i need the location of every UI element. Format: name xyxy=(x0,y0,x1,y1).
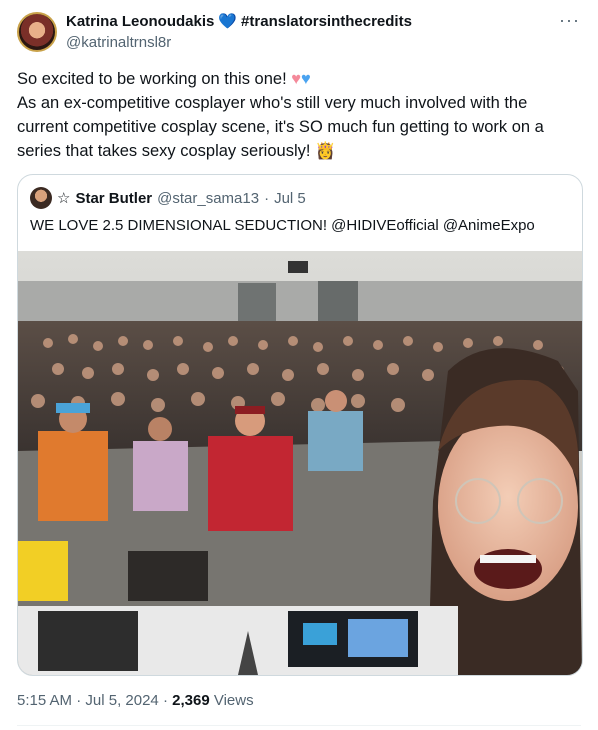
author-hashtag: #translatorsinthecredits xyxy=(241,13,412,30)
separator-dot: · xyxy=(162,692,168,709)
author-name-row: Katrina Leonoudakis 💙 #translatorsinthec… xyxy=(66,13,412,30)
tweet-line-2: As an ex-competitive cosplayer who's sti… xyxy=(17,94,544,160)
tweet-footer: 5:15 AM · Jul 5, 2024 · 2,369 Views xyxy=(17,692,254,709)
quoted-author-avatar xyxy=(30,187,52,209)
divider xyxy=(17,725,581,726)
author-avatar[interactable] xyxy=(17,12,57,52)
views-label: Views xyxy=(213,692,254,709)
tweet-date[interactable]: Jul 5, 2024 xyxy=(85,692,158,709)
quoted-tweet-header: ☆ Star Butler @star_sama13 · Jul 5 xyxy=(30,187,306,209)
views-count: 2,369 xyxy=(172,692,210,709)
blue-heart-icon: 💙 xyxy=(218,13,238,30)
quoted-author-handle: @star_sama13 xyxy=(157,189,260,207)
tweet: Katrina Leonoudakis 💙 #translatorsinthec… xyxy=(0,0,598,730)
more-options-icon[interactable]: ··· xyxy=(559,10,580,31)
quoted-date: Jul 5 xyxy=(274,189,306,207)
star-icon: ☆ xyxy=(57,190,71,207)
tweet-line-1: So excited to be working on this one! xyxy=(17,70,292,88)
quoted-tweet-card[interactable]: ☆ Star Butler @star_sama13 · Jul 5 WE LO… xyxy=(17,174,583,676)
crowd-selfie-photo[interactable] xyxy=(18,251,582,675)
separator-dot: · xyxy=(264,189,270,207)
blue-heart-icon: ♥ xyxy=(301,70,311,88)
separator-dot: · xyxy=(76,692,82,709)
tweet-text: So excited to be working on this one! ♥♥… xyxy=(17,67,583,163)
pink-heart-icon: ♥ xyxy=(291,70,302,88)
quoted-author-name: Star Butler xyxy=(75,189,153,207)
quoted-tweet-text: WE LOVE 2.5 DIMENSIONAL SEDUCTION! @HIDI… xyxy=(30,217,535,234)
author-display-name[interactable]: Katrina Leonoudakis xyxy=(66,13,214,30)
emoji-icon: 👸 xyxy=(315,142,336,160)
tweet-time[interactable]: 5:15 AM xyxy=(17,692,72,709)
author-handle[interactable]: @katrinaltrnsl8r xyxy=(66,34,171,51)
